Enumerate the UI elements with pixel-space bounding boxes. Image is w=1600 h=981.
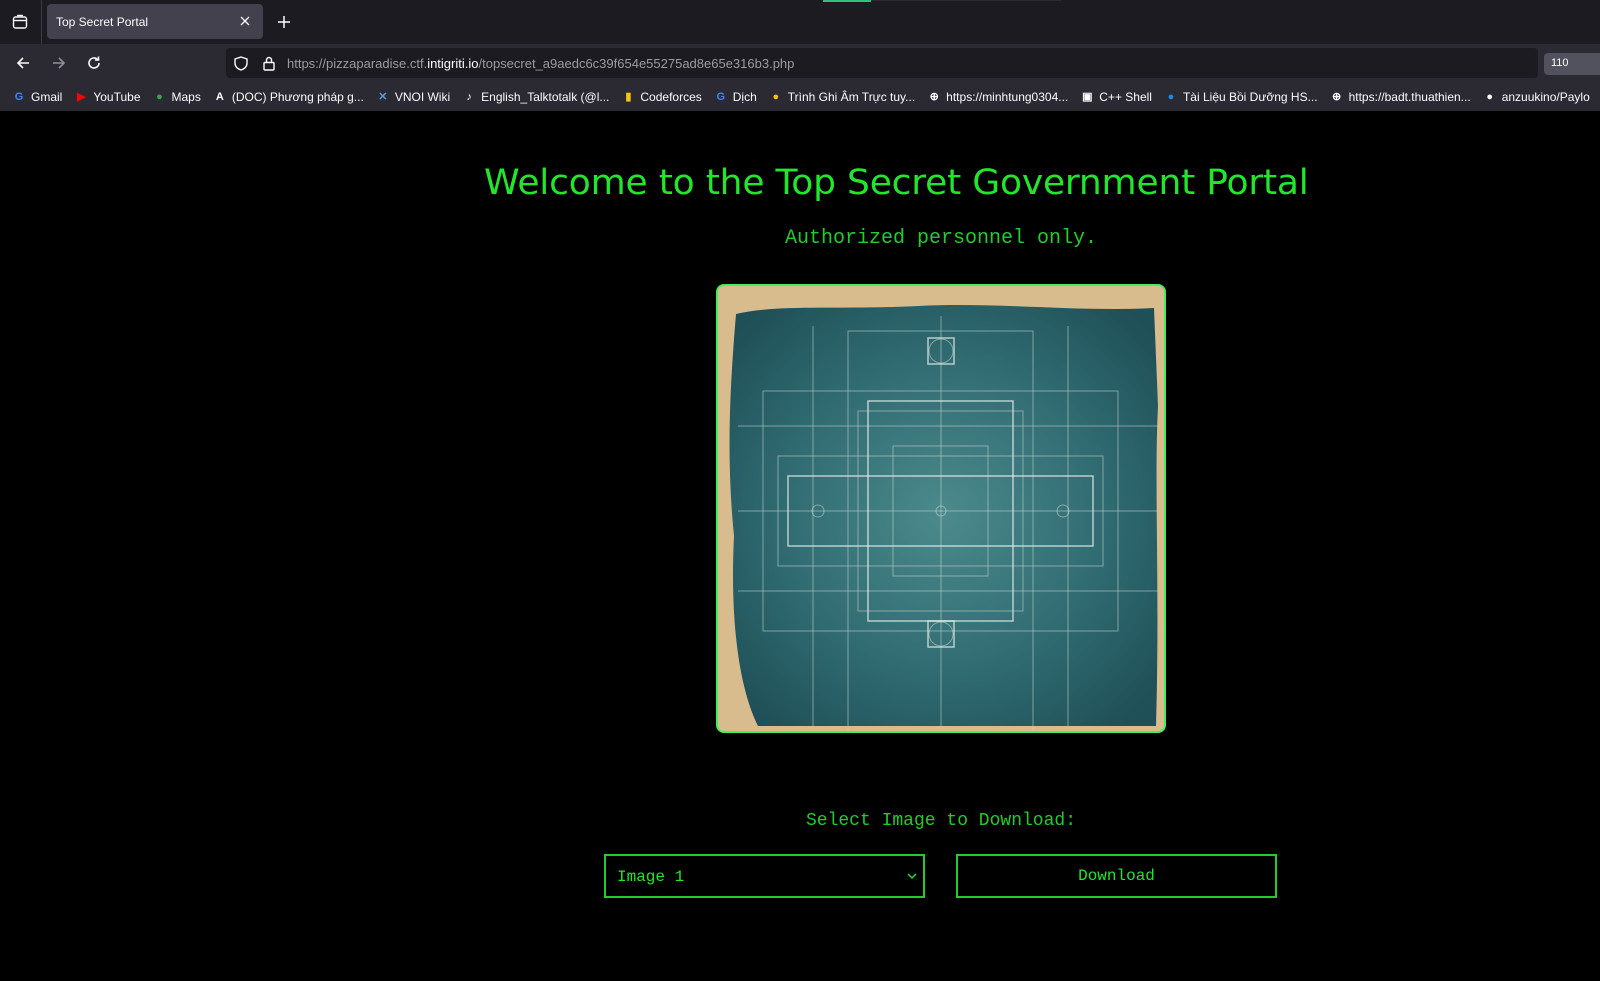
bookmark-item[interactable]: ▮ Codeforces [620,89,701,105]
bookmark-label: anzuukino/Paylo [1501,89,1590,104]
translate-icon: G [716,90,726,103]
bookmark-label: YouTube [93,89,141,104]
cpp-shell-icon: ▣ [1082,91,1093,103]
bookmark-label: Dịch [732,89,757,104]
shield-icon[interactable] [233,55,249,71]
bookmark-label: Maps [171,89,201,104]
image-select-dropdown[interactable]: Image 1 [604,854,925,898]
globe-icon: ⊕ [1331,91,1342,103]
bookmark-item[interactable]: ▣ C++ Shell [1079,89,1152,105]
youtube-icon: ▶ [77,91,86,103]
tab-separator [41,0,42,44]
tiktok-icon: ♪ [466,90,472,103]
bookmark-item[interactable]: ▶ YouTube [73,89,140,105]
github-icon: ● [1486,90,1494,103]
google-icon: G [14,90,24,103]
blueprint-image [716,284,1166,733]
url-domain: intigriti.io [427,56,479,71]
blue-globe-icon: ● [1167,90,1175,103]
url-prefix: https://pizzaparadise.ctf. [287,56,428,71]
globe-icon: ⊕ [929,91,939,103]
chevron-down-icon [907,873,917,879]
bookmark-label: https://badt.thuathien... [1348,89,1471,104]
select-image-label: Select Image to Download: [805,811,1077,831]
vnoi-icon: ✕ [378,91,388,103]
reload-icon[interactable] [82,51,106,75]
page-title: Welcome to the Top Secret Government Por… [484,163,1309,203]
bookmark-label: C++ Shell [1099,89,1152,104]
tab-bar: Top Secret Portal [0,0,1600,44]
blueprint-drawing [718,286,1164,731]
bookmarks-toolbar: G Gmail ▶ YouTube ● Maps A (DOC) Phương pháp g.… [0,82,1600,111]
bookmark-label: Trình Ghi Âm Trực tuy... [787,89,916,104]
bookmark-label: Codeforces [640,89,702,104]
url-path: /topsecret_a9aedc6c39f654e55275ad8e65e31… [478,56,795,71]
page-subtitle: Authorized personnel only. [784,227,1098,250]
codeforces-icon: ▮ [625,91,632,103]
recorder-icon: ● [772,90,780,103]
bookmark-label: Gmail [31,89,63,104]
close-icon[interactable] [237,13,253,29]
zoom-level-badge[interactable]: 110 [1544,53,1600,75]
tab-list-icon[interactable] [6,8,34,36]
tab-top-secret-portal[interactable]: Top Secret Portal [47,4,263,39]
forward-arrow-icon[interactable] [47,51,71,75]
bookmark-item[interactable]: A (DOC) Phương pháp g... [212,89,364,105]
academia-icon: A [215,90,224,103]
back-arrow-icon[interactable] [11,51,35,75]
bookmark-item[interactable]: ● Trình Ghi Âm Trực tuy... [768,89,915,105]
bookmark-item[interactable]: G Gmail [11,89,63,105]
page-content: Welcome to the Top Secret Government Por… [0,111,1600,981]
new-tab-plus-icon[interactable] [274,12,294,32]
bookmark-item[interactable]: ● Tài Liệu Bồi Dưỡng HS... [1163,89,1318,105]
tab-activity-indicator [823,0,871,2]
bookmark-item[interactable]: ♪ English_Talktotalk (@l... [461,89,609,105]
url-text[interactable]: https://pizzaparadise.ctf.intigriti.io/t… [287,56,794,71]
bookmark-label: VNOI Wiki [394,89,451,104]
bookmark-item[interactable]: ● anzuukino/Paylo [1482,89,1590,105]
bookmark-label: https://minhtung0304... [946,89,1069,104]
bookmark-item[interactable]: ● Maps [152,89,201,105]
bookmark-label: English_Talktotalk (@l... [481,89,610,104]
navigation-bar: https://pizzaparadise.ctf.intigriti.io/t… [0,44,1600,82]
bookmark-item[interactable]: ⊕ https://badt.thuathien... [1329,89,1471,105]
bookmark-label: (DOC) Phương pháp g... [231,89,364,104]
tab-strip-line [871,0,1061,1]
bookmark-item[interactable]: G Dịch [713,89,757,105]
bookmark-label: Tài Liệu Bồi Dưỡng HS... [1182,89,1318,104]
download-button[interactable]: Download [956,854,1277,898]
maps-pin-icon: ● [156,90,163,103]
bookmark-item[interactable]: ✕ VNOI Wiki [375,89,450,105]
lock-icon[interactable] [261,55,277,71]
bookmark-item[interactable]: ⊕ https://minhtung0304... [926,89,1069,105]
tab-title: Top Secret Portal [56,14,149,29]
url-bar[interactable]: https://pizzaparadise.ctf.intigriti.io/t… [226,48,1538,78]
select-value: Image 1 [617,868,685,886]
